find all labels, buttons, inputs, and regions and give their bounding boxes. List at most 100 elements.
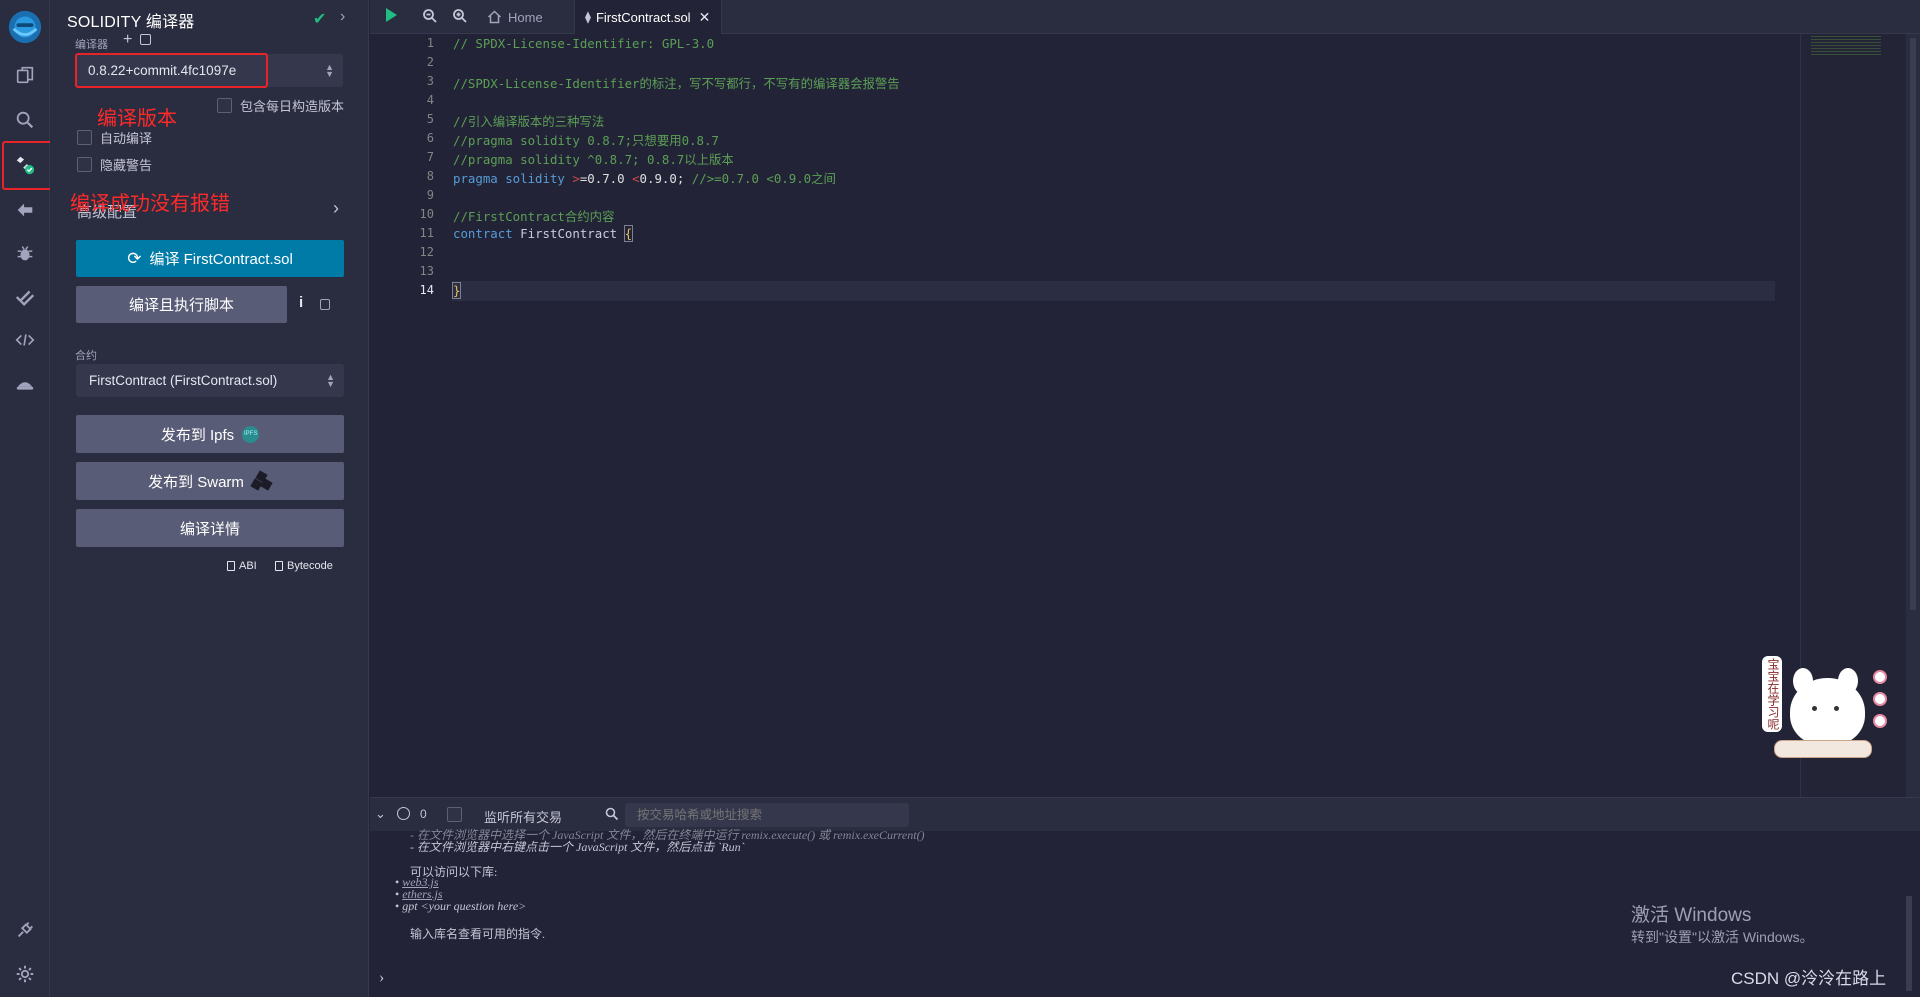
advanced-chevron-icon[interactable]: › (333, 198, 339, 219)
copy-abi-link[interactable]: ABI (227, 560, 257, 572)
code-line-3: //SPDX-License-Identifier的标注，写不写都行，不写有的编… (453, 76, 900, 91)
add-compiler-icon[interactable]: + (123, 31, 132, 49)
abi-label: ABI (239, 560, 257, 572)
run-icon[interactable] (386, 8, 397, 22)
compile-button[interactable]: ⟳ 编译 FirstContract.sol (76, 240, 344, 277)
close-brace: } (451, 282, 462, 299)
tab-home-label: Home (508, 9, 543, 25)
pending-tx-count: 0 (420, 807, 427, 821)
copy-bytecode-link[interactable]: Bytecode (275, 560, 333, 572)
terminal-prompt[interactable]: › (379, 969, 384, 987)
version-highlight (75, 53, 268, 88)
editor-scrollbar[interactable] (1906, 34, 1920, 797)
select-arrows-icon: ▲ ▼ (326, 371, 335, 389)
minimap-content (1811, 36, 1881, 56)
compile-details-button[interactable]: 编译详情 (76, 509, 344, 547)
copy-icon[interactable] (320, 299, 330, 310)
remix-logo-icon[interactable] (0, 5, 50, 49)
search-icon (605, 807, 619, 826)
contract-select-value: FirstContract (FirstContract.sol) (89, 373, 278, 388)
clear-console-icon[interactable] (397, 807, 410, 820)
panel-title: SOLIDITY 编译器 (67, 14, 195, 31)
line-number: 5 (426, 112, 434, 126)
info-icon[interactable]: i (299, 294, 303, 311)
listen-all-label: 监听所有交易 (484, 810, 563, 825)
publish-ipfs-label: 发布到 Ipfs (160, 426, 235, 444)
code-line-1: // SPDX-License-Identifier: GPL-3.0 (453, 36, 715, 51)
chevron-right-icon[interactable]: › (340, 8, 345, 26)
windows-activate-subtitle: 转到"设置"以激活 Windows。 (1631, 929, 1814, 945)
tab-home[interactable]: Home (487, 0, 543, 34)
code-line-6: //pragma solidity 0.8.7;只想要用0.8.7 (453, 133, 719, 148)
code-line-11: contract FirstContract { (453, 225, 634, 242)
unit-test-icon[interactable] (0, 277, 50, 317)
terminal-command-hint: 输入库名查看可用的指令. (410, 927, 546, 941)
contract-label: 合约 (75, 350, 97, 362)
terminal-output[interactable]: - 在文件浏览器中选择一个 JavaScript 文件，然后在终端中运行 rem… (370, 828, 1920, 997)
bunny-sticker-image: 宝宝在学习呢 (1760, 644, 1895, 794)
home-icon (487, 10, 502, 24)
operator: < (632, 171, 640, 186)
code-line-7: //pragma solidity ^0.8.7; 0.8.7以上版本 (453, 152, 734, 167)
line-number: 10 (419, 207, 434, 221)
line-number: 12 (419, 245, 434, 259)
contract-select[interactable]: FirstContract (FirstContract.sol) ▲ ▼ (76, 364, 344, 397)
code-line-8: pragma solidity >=0.7.0 <0.9.0; //>=0.7.… (453, 169, 836, 187)
inline-comment: //>=0.7.0 <0.9.0之间 (691, 171, 836, 186)
code-line-14: } (451, 282, 462, 299)
debugger-icon[interactable] (0, 233, 50, 273)
code-icon[interactable] (0, 320, 50, 360)
compile-run-button[interactable]: 编译且执行脚本 (76, 286, 287, 323)
copy-icon (227, 561, 235, 571)
icon-rail (0, 0, 61, 997)
code-editor[interactable]: 1 2 3 4 5 6 7 8 9 10 11 12 13 14 // SPDX… (370, 34, 1920, 797)
listen-all-checkbox[interactable] (447, 807, 462, 822)
compile-run-label: 编译且执行脚本 (128, 297, 234, 314)
ipfs-icon: IPFS (242, 425, 260, 443)
compile-button-label: 编译 FirstContract.sol (149, 251, 293, 268)
operator: > (572, 171, 580, 186)
line-number: 13 (419, 264, 434, 278)
line-number: 8 (426, 169, 434, 183)
zoom-in-icon[interactable] (452, 8, 468, 29)
file-explorer-icon[interactable] (0, 55, 50, 95)
select-arrows-icon: ▲ ▼ (325, 61, 334, 79)
zoom-out-icon[interactable] (422, 8, 438, 29)
line-number: 9 (426, 188, 434, 202)
close-tab-icon[interactable]: ✕ (699, 9, 711, 26)
deploy-run-icon[interactable] (0, 190, 50, 230)
code-line-10: //FirstContract合约内容 (453, 209, 615, 224)
plugin-icon[interactable] (0, 365, 50, 405)
line-number: 7 (426, 150, 434, 164)
auto-compile-checkbox[interactable] (77, 130, 92, 145)
copy-link-icon[interactable] (140, 34, 151, 45)
compiler-label: 编译器 (75, 39, 108, 51)
lib-list-item: • gpt <your question here> (395, 899, 527, 913)
scrollbar-thumb[interactable] (1910, 38, 1916, 610)
line-number: 3 (426, 74, 434, 88)
gpt-command: gpt <your question here> (402, 899, 527, 913)
include-nightly-checkbox[interactable] (217, 98, 232, 113)
plugin-manager-icon[interactable] (0, 910, 50, 950)
settings-icon[interactable] (0, 954, 50, 994)
tab-firstcontract[interactable]: ⧫ FirstContract.sol ✕ (574, 0, 722, 34)
hide-warnings-checkbox[interactable] (77, 157, 92, 172)
publish-swarm-button[interactable]: 发布到 Swarm (76, 462, 344, 500)
compile-details-label: 编译详情 (179, 520, 240, 538)
version-value: 0.9.0; (639, 171, 685, 186)
windows-activate-title: 激活 Windows (1631, 905, 1752, 926)
csdn-watermark: CSDN @泠泠在路上 (1731, 969, 1887, 988)
search-icon[interactable] (0, 100, 50, 140)
collapse-terminal-icon[interactable]: ⌄ (375, 806, 386, 822)
line-number: 4 (426, 93, 434, 107)
terminal-scrollbar[interactable] (1906, 896, 1912, 991)
line-number: 2 (426, 55, 434, 69)
annotation-success: 编译成功没有报错 (70, 193, 230, 215)
tx-search-input[interactable] (625, 803, 909, 827)
swarm-icon (250, 470, 273, 491)
publish-ipfs-button[interactable]: 发布到 Ipfs IPFS (76, 415, 344, 453)
compiler-panel: SOLIDITY 编译器 ✔ › 编译器 + 0.8.22+commit.4fc… (50, 0, 369, 997)
line-number: 6 (426, 131, 434, 145)
sticker-caption: 宝宝在学习呢 (1762, 656, 1782, 732)
copy-icon (275, 561, 283, 571)
